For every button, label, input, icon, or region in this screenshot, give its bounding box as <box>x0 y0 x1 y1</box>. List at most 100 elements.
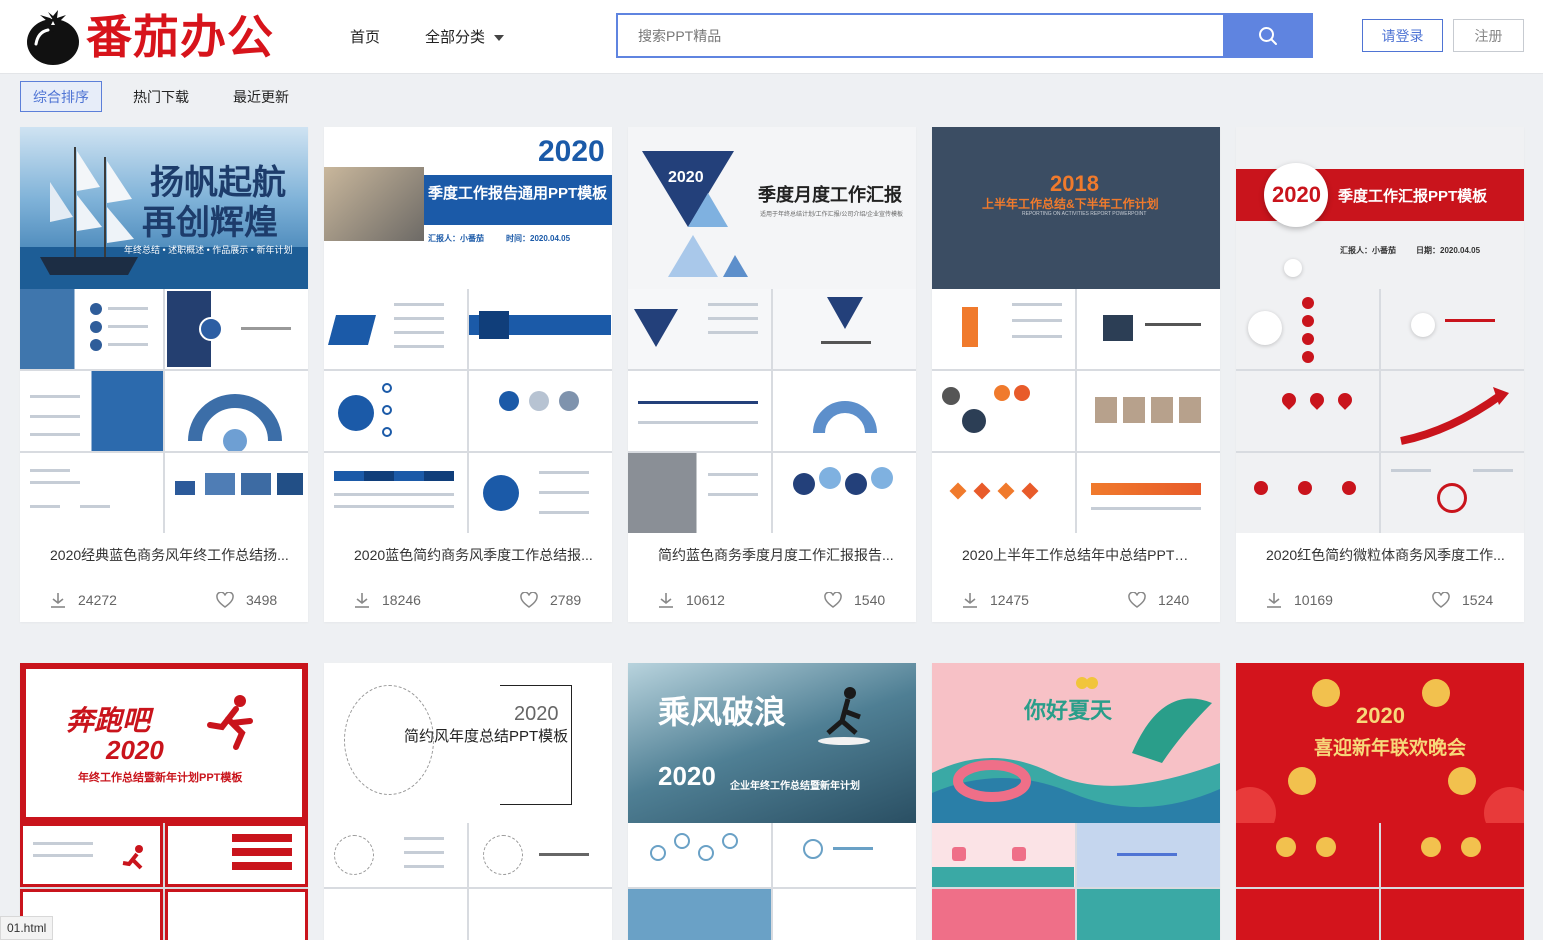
slide-preview <box>20 371 163 451</box>
slide-preview <box>932 453 1075 533</box>
slide-preview <box>1381 453 1524 533</box>
template-title[interactable]: 简约蓝色商务季度月度工作汇报报告... <box>658 545 898 565</box>
like-count[interactable]: 1540 <box>824 592 885 608</box>
template-card[interactable]: 2020 季度工作报告通用PPT模板 汇报人：小番茄 时间：2020.04.05 <box>324 127 612 622</box>
surfer-illustration <box>818 687 870 745</box>
like-count[interactable]: 2789 <box>520 592 581 608</box>
template-card[interactable]: 2020 喜迎新年联欢晚会 <box>1236 663 1524 940</box>
template-thumbnail-slides <box>628 289 916 533</box>
template-thumbnail-hero[interactable]: 2020 季度工作报告通用PPT模板 汇报人：小番茄 时间：2020.04.05 <box>324 127 612 289</box>
hero-title: 上半年工作总结&下半年工作计划 <box>982 197 1159 211</box>
slide-preview <box>324 453 467 533</box>
like-count[interactable]: 1240 <box>1128 592 1189 608</box>
slide-preview <box>20 289 163 369</box>
slide-preview <box>165 823 308 887</box>
hero-title: 季度工作汇报PPT模板 <box>1338 188 1488 205</box>
slide-preview <box>324 371 467 451</box>
slide-preview <box>1381 371 1524 451</box>
template-title[interactable]: 2020经典蓝色商务风年终工作总结扬... <box>50 545 290 565</box>
slide-preview <box>1077 453 1220 533</box>
slide-preview <box>165 453 308 533</box>
logo-text: 番茄办公 <box>86 10 274 64</box>
template-title[interactable]: 2020蓝色简约商务风季度工作总结报... <box>354 545 594 565</box>
slide-preview <box>932 289 1075 369</box>
template-card[interactable]: 乘风破浪 2020 企业年终工作总结暨新年计划 <box>628 663 916 940</box>
slide-preview <box>1381 889 1524 940</box>
hero-date: 日期：2020.04.05 <box>1416 246 1481 255</box>
login-button[interactable]: 请登录 <box>1362 19 1443 52</box>
slide-preview <box>1077 371 1220 451</box>
hero-caption: 适用于年终总结计划/工作汇报/公司介绍/企业宣传模板 <box>760 212 904 218</box>
slide-preview <box>1236 823 1379 887</box>
heart-icon <box>520 592 538 608</box>
like-count[interactable]: 3498 <box>216 592 277 608</box>
slide-preview <box>165 371 308 451</box>
like-count-value: 3498 <box>246 592 278 608</box>
nav-categories-dropdown[interactable]: 全部分类 <box>425 26 505 47</box>
template-card[interactable]: 2020 季度月度工作汇报 适用于年终总结计划/工作汇报/公司介绍/企业宣传模板 <box>628 127 916 622</box>
hero-year: 2020 <box>1356 703 1405 728</box>
slide-preview <box>469 453 612 533</box>
template-thumbnail-hero[interactable]: 2020 简约风年度总结PPT模板 <box>324 663 612 823</box>
download-count: 10612 <box>658 592 725 608</box>
slide-preview <box>773 289 916 369</box>
slide-preview <box>469 823 612 887</box>
slide-preview <box>628 823 771 887</box>
register-button[interactable]: 注册 <box>1453 19 1524 52</box>
search-input[interactable] <box>616 13 1224 58</box>
download-count-value: 24272 <box>78 592 117 608</box>
template-thumbnail-hero[interactable]: 奔跑吧 2020 年终工作总结暨新年计划PPT模板 <box>20 663 308 823</box>
sort-tab-latest[interactable]: 最近更新 <box>220 81 302 112</box>
hero-year: 2018 <box>1050 171 1099 196</box>
download-count: 12475 <box>962 592 1029 608</box>
template-thumbnail-slides <box>932 289 1220 533</box>
slide-preview <box>1236 889 1379 940</box>
search-button[interactable] <box>1223 13 1313 58</box>
hero-year: 2020 <box>1272 182 1321 207</box>
slide-preview <box>469 889 612 940</box>
template-title[interactable]: 2020上半年工作总结年中总结PPT模板 <box>962 545 1202 565</box>
template-card[interactable]: 扬帆起航 再创辉煌 年终总结 • 述职概述 • 作品展示 • 新年计划 2020… <box>20 127 308 622</box>
hero-year: 2020 <box>668 169 704 186</box>
hero-caption: 企业年终工作总结暨新年计划 <box>730 781 860 792</box>
slide-preview <box>1381 823 1524 887</box>
hero-title: 季度月度工作汇报 <box>758 185 902 205</box>
slide-preview <box>20 453 163 533</box>
search-icon <box>1259 26 1277 45</box>
template-card[interactable]: 2020 简约风年度总结PPT模板 <box>324 663 612 940</box>
template-card[interactable]: 2020 季度工作汇报PPT模板 汇报人：小番茄 日期：2020.04.05 2… <box>1236 127 1524 622</box>
like-count[interactable]: 1524 <box>1432 592 1493 608</box>
template-thumbnail-hero[interactable]: 2020 喜迎新年联欢晚会 <box>1236 663 1524 823</box>
template-title[interactable]: 2020红色简约微粒体商务风季度工作... <box>1266 545 1506 565</box>
hero-reporter: 汇报人：小番茄 <box>428 234 484 243</box>
template-thumbnail-hero[interactable]: 乘风破浪 2020 企业年终工作总结暨新年计划 <box>628 663 916 823</box>
site-logo[interactable]: 番茄办公 <box>22 6 274 68</box>
download-count: 24272 <box>50 592 117 608</box>
template-card[interactable]: 你好夏天 <box>932 663 1220 940</box>
heart-icon <box>216 592 234 608</box>
hero-title: 简约风年度总结PPT模板 <box>404 728 569 745</box>
hero-subtitle: 再创辉煌 <box>142 203 278 243</box>
template-card[interactable]: 2018 上半年工作总结&下半年工作计划 REPORTING ON ACTIVI… <box>932 127 1220 622</box>
slide-preview <box>165 889 308 940</box>
template-thumbnail-hero[interactable]: 2018 上半年工作总结&下半年工作计划 REPORTING ON ACTIVI… <box>932 127 1220 289</box>
hero-title: 奔跑吧 <box>66 705 151 736</box>
template-card[interactable]: 奔跑吧 2020 年终工作总结暨新年计划PPT模板 <box>20 663 308 940</box>
slide-preview <box>628 453 771 533</box>
like-count-value: 1540 <box>854 592 886 608</box>
template-thumbnail-hero[interactable]: 扬帆起航 再创辉煌 年终总结 • 述职概述 • 作品展示 • 新年计划 <box>20 127 308 289</box>
slide-preview <box>165 289 308 369</box>
download-icon <box>1267 593 1281 608</box>
template-thumbnail-hero[interactable]: 2020 季度工作汇报PPT模板 汇报人：小番茄 日期：2020.04.05 <box>1236 127 1524 289</box>
hero-date: 时间：2020.04.05 <box>506 234 571 243</box>
runner-icon <box>207 695 253 750</box>
nav-categories-label: 全部分类 <box>425 29 486 46</box>
template-thumbnail-hero[interactable]: 2020 季度月度工作汇报 适用于年终总结计划/工作汇报/公司介绍/企业宣传模板 <box>628 127 916 289</box>
site-header: 番茄办公 首页 全部分类 请登录 注册 <box>0 0 1543 74</box>
template-thumbnail-hero[interactable]: 你好夏天 <box>932 663 1220 823</box>
sort-tab-hot-downloads[interactable]: 热门下载 <box>120 81 202 112</box>
sort-tab-comprehensive[interactable]: 综合排序 <box>20 81 102 112</box>
hero-year: 2020 <box>538 135 605 168</box>
nav-home-link[interactable]: 首页 <box>350 26 380 47</box>
hero-caption: REPORTING ON ACTIVITIES REPORT POWERPOIN… <box>1022 211 1147 217</box>
